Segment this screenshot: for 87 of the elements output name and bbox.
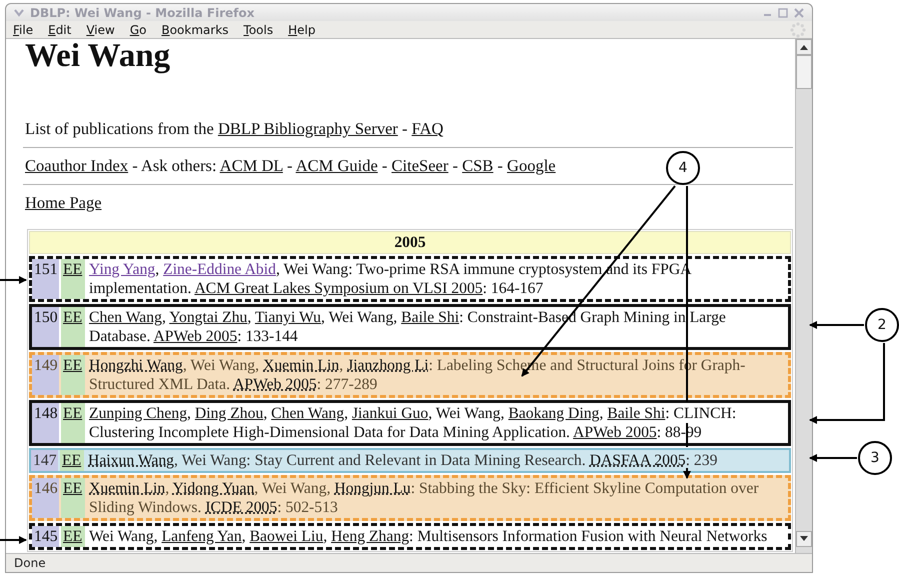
ee-link[interactable]: EE [61,403,85,443]
author-link[interactable]: Haixun Wang [88,452,174,469]
menu-item[interactable]: View [85,22,123,36]
author-link[interactable]: Jianzhong Li [347,357,429,374]
callout-arrow [0,536,27,544]
venue-link[interactable]: ACM Great Lakes Symposium on VLSI 2005 [194,280,483,297]
scroll-down-button[interactable] [796,531,812,547]
author-link[interactable]: Hongjun Lu [334,480,411,497]
callout-arrow [809,321,864,329]
year-header: 2005 [29,231,791,254]
status-text: Done [14,556,46,570]
entry-number: 150 [32,307,59,347]
page-text: - [286,156,294,175]
entry-number: 149 [32,355,59,395]
scrollbar-thumb[interactable] [796,55,812,89]
author-link[interactable]: Chen Wang [271,405,344,422]
page-link[interactable]: Coauthor Index [25,156,128,175]
author-link[interactable]: Zine-Eddine Abid [163,261,276,278]
window-title: DBLP: Wei Wang - Mozilla Firefox [30,6,254,20]
close-icon[interactable] [794,8,804,18]
triangle-down-icon [800,536,808,542]
entry-number: 145 [32,526,59,547]
author-link[interactable]: Ding Zhou [194,405,264,422]
callout-number: 2 [865,308,899,342]
author-link[interactable]: Yongtai Zhu [169,309,248,326]
author-link[interactable]: Xuemin Lin [89,480,166,497]
menu-item[interactable]: Edit [47,22,80,36]
author-link[interactable]: Baile Shi [401,309,460,326]
publication-entry: Haixun Wang, Wei Wang: Stay Current and Relevant in Data Mining Research. DASFAA 2005: 239 [87,451,718,471]
page-heading: Wei Wang [25,39,172,73]
author-link[interactable]: Ying Yang [89,261,156,278]
author-link[interactable]: Baowei Liu [250,528,324,545]
author-link[interactable]: Zunping Cheng [89,405,188,422]
venue-link[interactable]: APWeb 2005 [233,376,317,393]
callout-arrow [0,276,27,284]
menu-item[interactable]: Tools [242,22,282,36]
publication-entry: Wei Wang, Lanfeng Yan, Baowei Liu, Heng Zhang: Multisensors Information Fusion with Neural Networks [88,527,768,547]
ee-link[interactable]: EE [61,259,85,299]
venue-link[interactable]: APWeb 2005 [573,424,657,441]
page-text: - [401,119,409,138]
entry-number: 148 [32,403,59,443]
scroll-up-button[interactable] [796,39,812,55]
author-link[interactable]: Yidong Yuan [172,480,254,497]
page-text: List of publications from the [25,119,215,138]
publication-entry: Xuemin Lin, Yidong Yuan, Wei Wang, Hongjun Lu: Stabbing the Sky: Efficient Skyline Computation over Sliding Windows. ICDE 2005: 502-513 [88,479,760,518]
ee-link[interactable]: EE [61,478,85,518]
callout-number: 3 [858,441,892,475]
author-link[interactable]: Tianyi Wu [254,309,322,326]
author-link[interactable]: Lanfeng Yan [162,528,242,545]
ee-link[interactable]: EE [60,450,84,471]
page-link[interactable]: CiteSeer [392,156,448,175]
author-link[interactable]: Baokang Ding [508,405,600,422]
venue-link[interactable]: APWeb 2005 [153,328,238,345]
author-link[interactable]: Baile Shi [607,405,666,422]
author-link[interactable]: Chen Wang [89,309,162,326]
page-link[interactable]: Home Page [25,193,102,212]
page-link[interactable]: DBLP Bibliography Server [218,119,398,138]
spinner-icon [790,22,806,38]
page-link[interactable]: ACM Guide [296,156,378,175]
triangle-up-icon [800,44,808,50]
page-text: - [380,156,388,175]
entry-number: 151 [32,259,59,299]
ee-link[interactable]: EE [61,355,85,395]
maximize-icon[interactable] [778,8,788,18]
callout-arrow [809,454,857,462]
author-link[interactable]: Hongzhi Wang [89,357,183,374]
entry-number: 146 [32,478,59,518]
page-text: - [496,156,504,175]
menu-item[interactable]: Go [128,22,154,36]
menu-item[interactable]: File [12,22,42,36]
entry-number: 147 [31,450,58,471]
author-link[interactable]: Heng Zhang [331,528,410,545]
menu-item[interactable]: Bookmarks [160,22,237,36]
author-link[interactable]: Xuemin Lin [263,357,340,374]
page-link[interactable]: ACM DL [220,156,283,175]
menu-item[interactable]: Help [287,22,324,36]
ee-link[interactable]: EE [61,307,85,347]
venue-link[interactable]: ICDE 2005 [205,499,278,516]
ee-link[interactable]: EE [61,526,85,547]
page-link[interactable]: FAQ [412,119,444,138]
chevron-down-icon[interactable] [14,8,24,16]
page-text: - [451,156,459,175]
page-text: - Ask others: [131,156,218,175]
venue-link[interactable]: DASFAA 2005 [590,452,686,469]
author-link[interactable]: Jiankui Guo [352,405,428,422]
page-link[interactable]: CSB [462,156,494,175]
page-link[interactable]: Google [507,156,556,175]
